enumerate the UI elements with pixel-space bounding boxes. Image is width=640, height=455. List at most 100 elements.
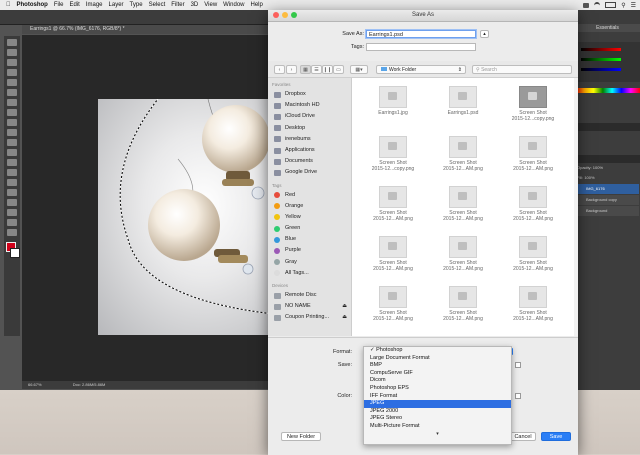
file-item[interactable]: Screen Shot 2015-12...AM.png bbox=[358, 180, 428, 230]
sidebar-item-tag[interactable]: Green bbox=[268, 223, 351, 234]
format-option[interactable]: BMP bbox=[364, 362, 511, 370]
workspace-switcher[interactable]: Essentials bbox=[575, 24, 640, 32]
spectrum-bar[interactable] bbox=[575, 88, 640, 93]
sidebar-item-tag[interactable]: Yellow bbox=[268, 212, 351, 223]
format-option[interactable]: Dicom bbox=[364, 377, 511, 385]
crop-tool-icon[interactable] bbox=[7, 79, 17, 86]
close-window-icon[interactable] bbox=[273, 12, 279, 18]
layer-row[interactable]: IMG_6176 bbox=[576, 184, 639, 194]
marquee-tool-icon[interactable] bbox=[7, 49, 17, 56]
sidebar-item-favorite[interactable]: Desktop bbox=[268, 123, 351, 134]
format-option[interactable]: CompuServe GIF bbox=[364, 370, 511, 378]
search-icon[interactable]: ⚲ bbox=[621, 2, 625, 9]
file-item[interactable]: Screen Shot 2015-12...AM.png bbox=[428, 180, 498, 230]
file-item[interactable]: Earrings1.psd bbox=[428, 80, 498, 130]
sidebar-item-tag[interactable]: Red bbox=[268, 190, 351, 201]
document-tab[interactable]: Earrings1 @ 66.7% (IMG_6176, RGB/8*) * bbox=[22, 25, 280, 34]
shape-tool-icon[interactable] bbox=[7, 209, 17, 216]
sidebar-item-favorite[interactable]: iCloud Drive bbox=[268, 111, 351, 122]
zoom-window-icon[interactable] bbox=[291, 12, 297, 18]
layer-row[interactable]: Background bbox=[576, 206, 639, 216]
collapse-dialog-button[interactable]: ▴ bbox=[480, 30, 489, 38]
file-item[interactable]: Screen Shot 2015-12...copy.png bbox=[358, 130, 428, 180]
fill-control[interactable]: Fill: 100% bbox=[575, 173, 640, 183]
sidebar-item-favorite[interactable]: Applications bbox=[268, 145, 351, 156]
file-item[interactable]: Screen Shot 2015-12...AM.png bbox=[358, 280, 428, 330]
blue-slider[interactable] bbox=[581, 68, 621, 71]
file-item[interactable]: Screen Shot 2015-12...AM.png bbox=[498, 180, 568, 230]
arrange-button[interactable]: ▦▾ bbox=[350, 65, 368, 74]
format-option[interactable]: Large Document Format bbox=[364, 355, 511, 363]
format-option[interactable]: ✓ Photoshop bbox=[364, 347, 511, 355]
file-item[interactable]: Screen Shot 2015-12...AM.png bbox=[498, 280, 568, 330]
sidebar-item-tag[interactable]: Purple bbox=[268, 245, 351, 256]
file-item[interactable]: Screen Shot 2015-12...AM.png bbox=[498, 230, 568, 280]
menu-3d[interactable]: 3D bbox=[191, 2, 199, 8]
back-button[interactable]: ‹ bbox=[274, 65, 285, 74]
menu-view[interactable]: View bbox=[204, 2, 217, 8]
format-option[interactable]: Photoshop EPS bbox=[364, 385, 511, 393]
menu-layer[interactable]: Layer bbox=[109, 2, 124, 8]
sidebar-item-tag[interactable]: Blue bbox=[268, 234, 351, 245]
menu-select[interactable]: Select bbox=[149, 2, 166, 8]
sidebar-item-device[interactable]: Remote Disc bbox=[268, 290, 351, 301]
file-grid-scrollbar[interactable] bbox=[574, 78, 578, 336]
file-item[interactable]: Screen Shot 2015-12...AM.png bbox=[498, 130, 568, 180]
location-popup[interactable]: Work Folder ⇕ bbox=[376, 65, 466, 74]
pen-tool-icon[interactable] bbox=[7, 179, 17, 186]
document-image[interactable] bbox=[98, 99, 274, 335]
eject-icon[interactable]: ⏏ bbox=[342, 312, 347, 323]
search-field[interactable]: ⚲ Search bbox=[472, 65, 572, 74]
cover-flow-button[interactable]: ▭ bbox=[333, 65, 344, 74]
forward-button[interactable]: › bbox=[286, 65, 297, 74]
format-option[interactable]: JPEG Stereo bbox=[364, 415, 511, 423]
format-option[interactable]: JPEG 2000 bbox=[364, 408, 511, 416]
sidebar-item-device[interactable]: NO NAME ⏏ bbox=[268, 301, 351, 312]
sidebar-item-favorite[interactable]: irenebums bbox=[268, 134, 351, 145]
eject-icon[interactable]: ⏏ bbox=[342, 301, 347, 312]
format-option[interactable]: Multi-Picture Format bbox=[364, 423, 511, 431]
menu-image[interactable]: Image bbox=[86, 2, 103, 8]
sidebar-item-device[interactable]: Coupon Printing... ⏏ bbox=[268, 312, 351, 323]
sidebar-item-tag[interactable]: Gray bbox=[268, 257, 351, 268]
history-brush-tool-icon[interactable] bbox=[7, 129, 17, 136]
new-folder-button[interactable]: New Folder bbox=[281, 432, 321, 441]
type-tool-icon[interactable] bbox=[7, 189, 17, 196]
menu-filter[interactable]: Filter bbox=[171, 2, 184, 8]
move-tool-icon[interactable] bbox=[7, 39, 17, 46]
menu-window[interactable]: Window bbox=[223, 2, 244, 8]
file-item[interactable]: Earrings1.jpg bbox=[358, 80, 428, 130]
quick-select-tool-icon[interactable] bbox=[7, 69, 17, 76]
file-item[interactable]: Screen Shot 2015-12...AM.png bbox=[428, 230, 498, 280]
sidebar-item-favorite[interactable]: Macintosh HD bbox=[268, 100, 351, 111]
path-select-tool-icon[interactable] bbox=[7, 199, 17, 206]
menu-edit[interactable]: Edit bbox=[70, 2, 80, 8]
column-view-button[interactable]: ❙❙ bbox=[322, 65, 333, 74]
lasso-tool-icon[interactable] bbox=[7, 59, 17, 66]
gradient-tool-icon[interactable] bbox=[7, 149, 17, 156]
format-option[interactable]: JPEG bbox=[364, 400, 511, 408]
apple-icon[interactable]:  bbox=[6, 2, 11, 8]
eraser-tool-icon[interactable] bbox=[7, 139, 17, 146]
cancel-button[interactable]: Cancel bbox=[510, 432, 536, 441]
sidebar-item-tag[interactable]: Orange bbox=[268, 201, 351, 212]
layer-row[interactable]: Background copy bbox=[576, 195, 639, 205]
file-item[interactable]: Screen Shot 2015-12...copy.png bbox=[498, 80, 568, 130]
menu-file[interactable]: File bbox=[54, 2, 64, 8]
eyedropper-tool-icon[interactable] bbox=[7, 89, 17, 96]
sidebar-item-favorite[interactable]: Documents bbox=[268, 156, 351, 167]
opacity-control[interactable]: Opacity: 100% bbox=[575, 163, 640, 173]
minimize-window-icon[interactable] bbox=[282, 12, 288, 18]
sidebar-item-tag[interactable]: All Tags... bbox=[268, 268, 351, 279]
list-icon[interactable]: ☰ bbox=[631, 2, 636, 9]
list-view-button[interactable]: ☰ bbox=[311, 65, 322, 74]
sidebar-item-favorite[interactable]: Dropbox bbox=[268, 89, 351, 100]
wifi-icon[interactable] bbox=[594, 1, 601, 9]
clone-stamp-tool-icon[interactable] bbox=[7, 119, 17, 126]
icon-view-button[interactable]: ▦ bbox=[300, 65, 311, 74]
brush-tool-icon[interactable] bbox=[7, 109, 17, 116]
dodge-tool-icon[interactable] bbox=[7, 169, 17, 176]
red-slider[interactable] bbox=[581, 48, 621, 51]
color-checkbox[interactable] bbox=[515, 393, 521, 399]
menu-app-name[interactable]: Photoshop bbox=[17, 2, 48, 8]
